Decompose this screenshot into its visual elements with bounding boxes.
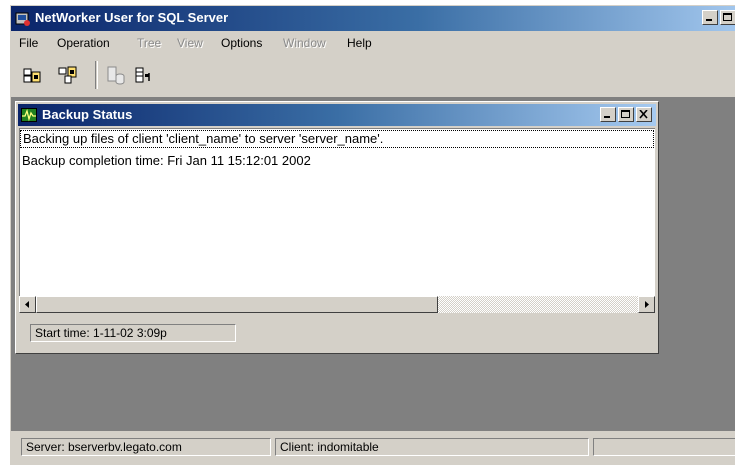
main-status-bar: Server: bserverbv.legato.com Client: ind… (11, 435, 735, 461)
networker-app-icon (15, 11, 31, 27)
scroll-right-button[interactable] (638, 296, 655, 313)
menu-tree[interactable]: Tree (137, 36, 161, 50)
maximize-button[interactable] (720, 10, 735, 25)
backup-icon (23, 68, 41, 83)
backup-status-title-bar[interactable]: Backup Status (18, 104, 656, 126)
menu-window[interactable]: Window (283, 36, 326, 50)
window-title: NetWorker User for SQL Server (35, 10, 229, 25)
maximize-icon (621, 110, 630, 118)
close-icon (639, 110, 648, 119)
restore-button[interactable] (57, 64, 79, 86)
server-status-panel: Server: bserverbv.legato.com (21, 438, 271, 456)
client-status-panel: Client: indomitable (275, 438, 589, 456)
backup-button[interactable] (21, 64, 43, 86)
start-icon (135, 67, 150, 83)
database-icon (107, 66, 125, 85)
scroll-track[interactable] (438, 296, 638, 313)
extra-status-panel (593, 438, 735, 456)
scroll-thumb[interactable] (36, 296, 438, 313)
menu-bar: File Operation Tree View Options Window … (11, 32, 735, 52)
horizontal-scrollbar[interactable] (19, 296, 655, 313)
menu-file[interactable]: File (19, 36, 38, 50)
backup-status-icon (21, 107, 37, 123)
toolbar (11, 55, 735, 95)
main-title-bar[interactable]: NetWorker User for SQL Server (11, 6, 735, 31)
backup-status-bar: Start time: 1-11-02 3:09p (20, 321, 654, 345)
backup-status-log[interactable]: Backing up files of client 'client_name'… (19, 128, 655, 296)
arrow-right-icon (645, 301, 649, 308)
arrow-left-icon (25, 301, 29, 308)
mdi-client-area: Backup Status Backing up files of client… (11, 97, 735, 431)
minimize-icon (706, 19, 712, 21)
main-window: NetWorker User for SQL Server File Opera… (9, 4, 735, 465)
database-button[interactable] (105, 64, 127, 86)
restore-icon (58, 66, 77, 84)
scroll-left-button[interactable] (19, 296, 36, 313)
start-time-panel: Start time: 1-11-02 3:09p (30, 324, 236, 342)
child-close-button[interactable] (636, 107, 652, 122)
child-minimize-button[interactable] (600, 107, 616, 122)
child-maximize-button[interactable] (618, 107, 634, 122)
maximize-icon (723, 13, 732, 21)
backup-status-window: Backup Status Backing up files of client… (15, 101, 659, 354)
minimize-button[interactable] (702, 10, 718, 25)
backup-status-title: Backup Status (42, 107, 133, 122)
start-button[interactable] (133, 64, 155, 86)
minimize-icon (604, 116, 610, 118)
menu-options[interactable]: Options (221, 36, 262, 50)
menu-help[interactable]: Help (347, 36, 372, 50)
menu-view[interactable]: View (177, 36, 203, 50)
status-message-line[interactable]: Backing up files of client 'client_name'… (20, 130, 654, 148)
completion-time-line[interactable]: Backup completion time: Fri Jan 11 15:12… (22, 153, 311, 168)
toolbar-separator (95, 61, 98, 89)
menu-operation[interactable]: Operation (57, 36, 110, 50)
